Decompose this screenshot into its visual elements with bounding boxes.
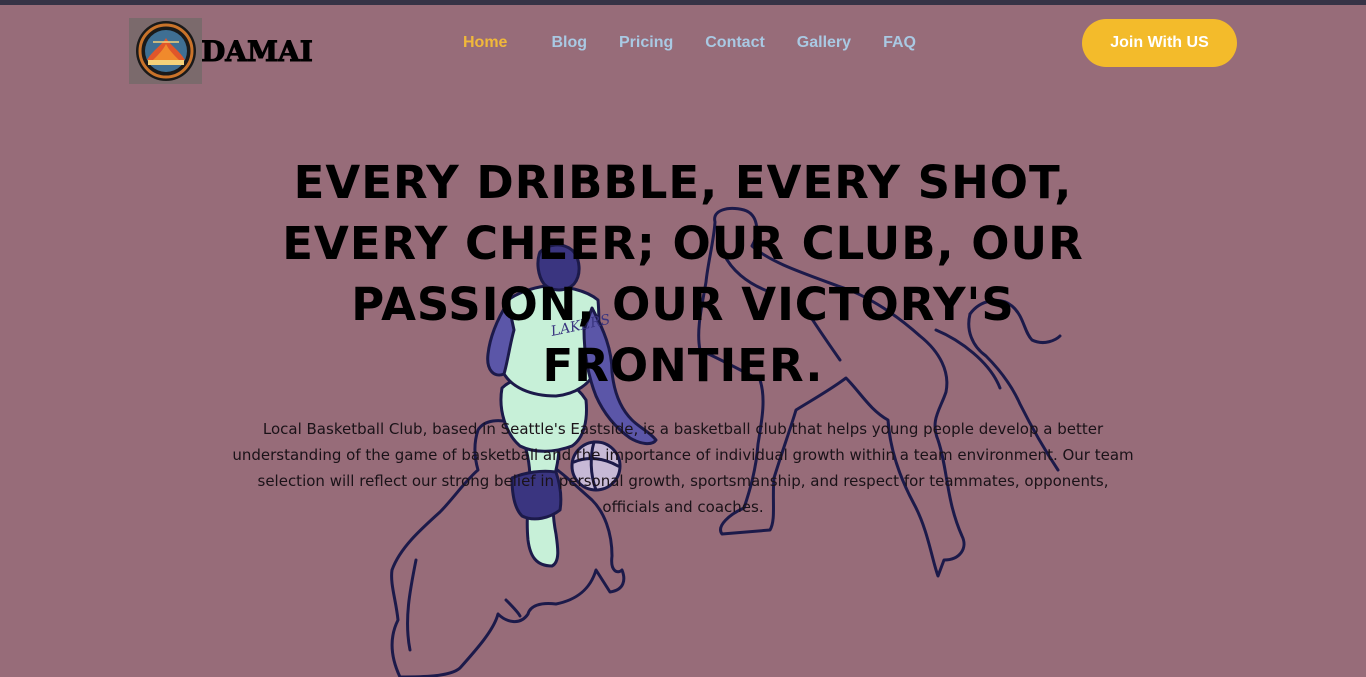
nav-item-pricing[interactable]: Pricing	[603, 34, 689, 52]
nav-item-blog[interactable]: Blog	[535, 34, 603, 52]
nav-item-faq[interactable]: FAQ	[867, 34, 932, 52]
nav-item-gallery[interactable]: Gallery	[781, 34, 867, 52]
nav-item-home[interactable]: Home	[447, 34, 535, 52]
main-navigation: Home Blog Pricing Contact Gallery FAQ	[447, 34, 932, 52]
join-with-us-button[interactable]: Join With US	[1082, 19, 1237, 67]
hero-section: EVERY DRIBBLE, EVERY SHOT, EVERY CHEER; …	[0, 152, 1366, 520]
brand-name: DAMAI	[201, 34, 314, 68]
nav-item-contact[interactable]: Contact	[689, 34, 781, 52]
brand-logo[interactable]: DAMAI	[129, 18, 313, 84]
club-crest-icon	[129, 18, 202, 84]
hero-description: Local Basketball Club, based in Seattle'…	[232, 420, 1134, 516]
site-header: DAMAI Home Blog Pricing Contact Gallery …	[0, 5, 1366, 84]
hero-headline: EVERY DRIBBLE, EVERY SHOT, EVERY CHEER; …	[282, 156, 1084, 392]
